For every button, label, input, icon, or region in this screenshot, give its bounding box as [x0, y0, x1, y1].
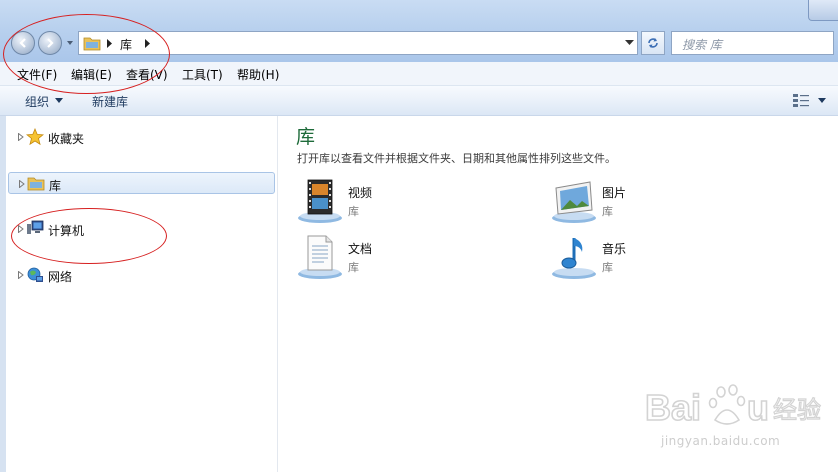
organize-button[interactable]: 组织: [25, 93, 49, 110]
refresh-button[interactable]: [641, 31, 665, 55]
pictures-library-icon: [552, 181, 596, 223]
menu-tools[interactable]: 工具(T): [182, 66, 223, 83]
watermark-url: jingyan.baidu.com: [661, 434, 781, 448]
library-documents[interactable]: 文档 库: [296, 234, 546, 286]
nav-item-label: 网络: [48, 270, 73, 284]
change-view-icon[interactable]: [792, 93, 810, 109]
organize-dropdown-icon[interactable]: [55, 98, 63, 103]
views-dropdown-icon[interactable]: [818, 98, 826, 103]
library-name: 文档: [348, 242, 373, 256]
address-dropdown-icon[interactable]: [625, 40, 634, 46]
annotation-ellipse-computer: [11, 208, 167, 264]
nav-item-label: 库: [49, 179, 62, 193]
page-title: 库: [296, 126, 316, 148]
video-library-icon: [298, 179, 342, 223]
library-name: 图片: [602, 186, 627, 200]
watermark: Bai u 经验 jingyan.baidu.com: [641, 378, 831, 458]
navigation-pane: [0, 116, 278, 472]
network-icon: [27, 267, 43, 282]
library-folder-icon: [27, 177, 45, 191]
star-icon: [26, 128, 44, 146]
library-type: 库: [348, 205, 359, 218]
refresh-icon: [648, 38, 658, 48]
documents-library-icon: [298, 235, 342, 279]
nav-item-network[interactable]: 网络: [8, 264, 275, 286]
library-name: 视频: [348, 186, 373, 200]
baidu-logo-watermark: Bai u 经验: [644, 384, 822, 429]
page-description: 打开库以查看文件并根据文件夹、日期和其他属性排列这些文件。: [297, 152, 616, 165]
svg-text:Bai: Bai: [645, 387, 701, 428]
library-type: 库: [602, 205, 613, 218]
svg-text:u: u: [747, 387, 769, 428]
library-pictures[interactable]: 图片 库: [550, 178, 800, 230]
expand-arrow-icon[interactable]: [18, 271, 24, 279]
search-placeholder: 搜索 库: [682, 38, 722, 52]
new-library-button[interactable]: 新建库: [92, 93, 128, 110]
nav-item-library[interactable]: 库: [8, 172, 275, 194]
expand-arrow-icon[interactable]: [19, 180, 25, 188]
annotation-ellipse-address: [3, 14, 170, 94]
library-video[interactable]: 视频 库: [296, 178, 546, 230]
svg-text:经验: 经验: [773, 396, 821, 424]
command-bar: 组织 新建库: [0, 86, 838, 116]
library-type: 库: [602, 261, 613, 274]
library-type: 库: [348, 261, 359, 274]
search-input[interactable]: 搜索 库: [671, 31, 834, 55]
music-library-icon: [552, 238, 596, 279]
nav-item-label: 收藏夹: [48, 132, 85, 146]
library-music[interactable]: 音乐 库: [550, 234, 800, 286]
nav-item-favorites[interactable]: 收藏夹: [8, 126, 275, 148]
window-left-edge: [0, 116, 6, 472]
window-close-button[interactable]: [808, 0, 838, 21]
expand-arrow-icon[interactable]: [18, 133, 24, 141]
library-name: 音乐: [602, 242, 627, 256]
menu-help[interactable]: 帮助(H): [237, 66, 279, 83]
